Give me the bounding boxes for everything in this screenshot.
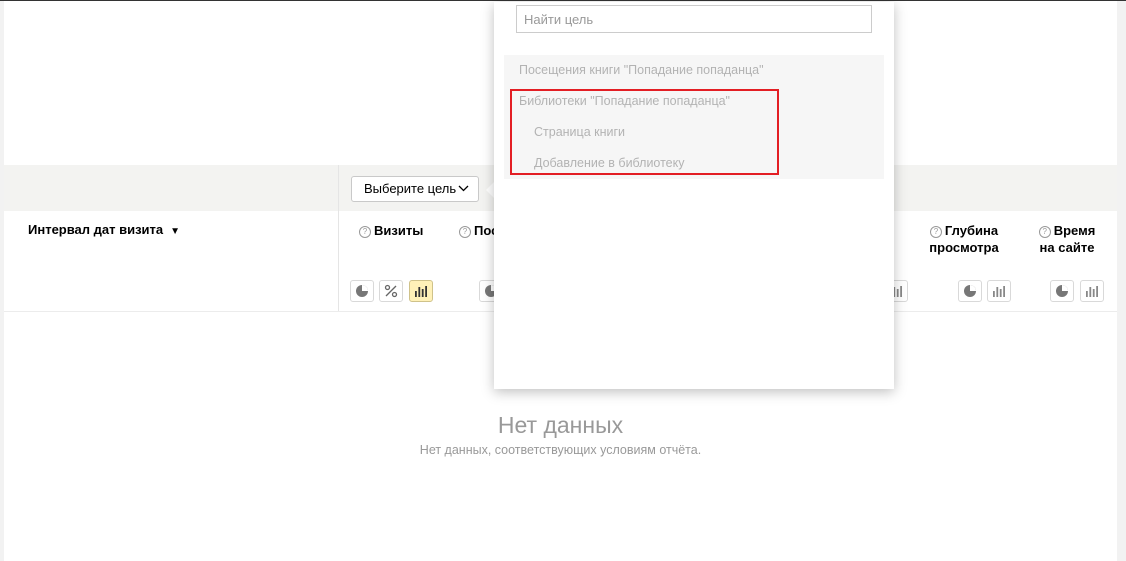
- empty-state-title: Нет данных: [497, 412, 624, 438]
- view-bars-button[interactable]: [1080, 280, 1104, 302]
- dropdown-caret: [486, 182, 494, 198]
- view-bars-button[interactable]: [409, 280, 433, 302]
- pie-chart-icon: [1056, 285, 1068, 297]
- view-percent-button[interactable]: [379, 280, 403, 302]
- metric-header-visits[interactable]: ? Визиты: [359, 222, 423, 239]
- goal-select-button[interactable]: Выберите цель: [351, 176, 479, 202]
- empty-state-text: Нет данных, соответствующих условиям отч…: [419, 443, 702, 457]
- metric-header-second[interactable]: ? Пос: [459, 222, 498, 239]
- pie-chart-icon: [964, 285, 976, 297]
- chevron-down-icon: [458, 185, 469, 192]
- bar-chart-icon: [993, 286, 1005, 297]
- goal-select-label: Выберите цель: [364, 181, 457, 196]
- metric-header-time[interactable]: ? Время на сайте: [1034, 222, 1100, 256]
- dimension-header-label: Интервал дат визита: [28, 222, 164, 237]
- view-pie-button[interactable]: [1050, 280, 1074, 302]
- metric-header-depth[interactable]: ? Глубина просмотра: [928, 222, 1000, 256]
- view-bars-button[interactable]: [987, 280, 1011, 302]
- help-icon[interactable]: ?: [459, 226, 471, 238]
- help-icon[interactable]: ?: [359, 226, 371, 238]
- bar-chart-icon: [415, 286, 427, 297]
- metric-label: Визиты: [374, 223, 424, 238]
- percent-icon: [384, 284, 398, 298]
- view-pie-button[interactable]: [958, 280, 982, 302]
- view-pie-button[interactable]: [350, 280, 374, 302]
- column-divider: [338, 165, 339, 312]
- dimension-header[interactable]: Интервал дат визита ▼: [28, 222, 180, 237]
- pie-chart-icon: [356, 285, 368, 297]
- goal-search-input[interactable]: [516, 5, 872, 33]
- bar-chart-icon: [1086, 286, 1098, 297]
- annotation-highlight: [510, 89, 779, 175]
- sort-desc-icon[interactable]: ▼: [170, 226, 180, 237]
- metric-label-line1: Глубина: [944, 223, 999, 238]
- help-icon[interactable]: ?: [929, 226, 942, 238]
- help-icon[interactable]: ?: [1038, 226, 1051, 238]
- metric-label-line1: Время: [1053, 223, 1096, 238]
- goal-item[interactable]: Посещения книги "Попадание попаданца": [519, 63, 764, 77]
- metric-label-line2: на сайте: [1039, 240, 1095, 255]
- metric-label-line2: просмотра: [929, 240, 999, 255]
- report-page: Выберите цель Интервал дат визита ▼ ? Визи…: [4, 1, 1117, 561]
